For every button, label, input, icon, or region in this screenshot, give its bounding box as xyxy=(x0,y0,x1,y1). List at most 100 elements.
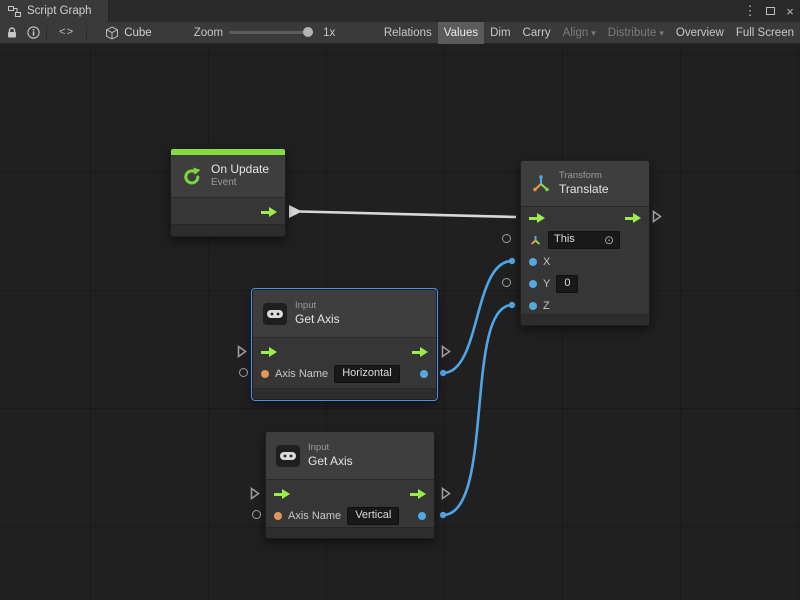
flow-out-port[interactable] xyxy=(625,213,641,224)
window-titlebar: Script Graph ⋮ × xyxy=(0,0,800,22)
align-dropdown[interactable]: Align▾ xyxy=(557,22,602,44)
node-category: Input xyxy=(295,300,340,312)
x-port[interactable] xyxy=(529,258,537,266)
flow-in-port[interactable] xyxy=(529,213,545,224)
wire-endpoint[interactable] xyxy=(509,258,515,264)
close-button[interactable]: × xyxy=(780,0,800,22)
axis-name-port[interactable] xyxy=(261,370,269,378)
y-value-field[interactable]: 0 xyxy=(556,275,578,293)
wire-endpoint[interactable] xyxy=(509,302,515,308)
flow-in-stub-triangle[interactable] xyxy=(250,487,260,500)
script-graph-window: Script Graph ⋮ × <> xyxy=(0,0,800,600)
graph-canvas[interactable]: On Update Event Tr xyxy=(0,44,800,600)
transform-mini-icon xyxy=(529,234,542,247)
node-title: Get Axis xyxy=(308,454,353,469)
on-update-icon xyxy=(181,165,203,187)
node-get-axis-horizontal[interactable]: Input Get Axis Axis Name Horizontal xyxy=(252,289,437,400)
node-header[interactable]: Transform Translate xyxy=(521,161,649,207)
node-footer xyxy=(266,527,434,538)
result-port[interactable] xyxy=(420,370,428,378)
axis-name-label: Axis Name xyxy=(275,368,328,380)
toolbar-buttons: Relations Values Dim Carry Align▾ Distri… xyxy=(378,22,800,44)
axis-name-label: Axis Name xyxy=(288,510,341,522)
this-object-field[interactable]: This ⊙ xyxy=(548,231,620,249)
y-port-label: Y xyxy=(543,278,550,290)
flow-out-stub-triangle[interactable] xyxy=(652,210,662,223)
overview-button[interactable]: Overview xyxy=(670,22,730,44)
node-subtitle: Event xyxy=(211,177,269,190)
flow-in-port[interactable] xyxy=(261,347,277,358)
control-wire[interactable] xyxy=(300,212,516,218)
axis-name-field[interactable]: Vertical xyxy=(347,507,399,525)
node-category: Transform xyxy=(559,170,609,182)
axis-name-port[interactable] xyxy=(274,512,282,520)
gamepad-icon xyxy=(276,445,300,467)
node-get-axis-vertical[interactable]: Input Get Axis Axis Name Vertical xyxy=(265,431,435,539)
fullscreen-button[interactable]: Full Screen xyxy=(730,22,800,44)
window-controls: ⋮ × xyxy=(740,0,800,22)
value-wire-vertical-to-z[interactable] xyxy=(443,305,512,515)
zoom-slider-knob[interactable] xyxy=(303,27,313,37)
node-header[interactable]: On Update Event xyxy=(171,155,285,198)
maximize-icon xyxy=(766,7,775,15)
script-graph-icon xyxy=(8,6,21,17)
chevron-down-icon: ▾ xyxy=(659,28,664,38)
graph-toolbar: <> Cube Zoom 1x Relations Values Dim Car… xyxy=(0,22,800,44)
wire-endpoint[interactable] xyxy=(440,370,446,376)
graph-breadcrumb[interactable]: Cube xyxy=(124,27,152,39)
value-wire-horizontal-to-x[interactable] xyxy=(443,261,512,373)
node-header[interactable]: Input Get Axis xyxy=(266,432,434,480)
wire-endpoint[interactable] xyxy=(440,512,446,518)
node-footer xyxy=(171,224,285,236)
node-title: Get Axis xyxy=(295,312,340,327)
toolbar-separator xyxy=(86,26,87,40)
zoom-label: Zoom xyxy=(194,27,223,39)
z-port[interactable] xyxy=(529,302,537,310)
flow-out-stub-triangle[interactable] xyxy=(441,487,451,500)
flow-out-port[interactable] xyxy=(412,347,428,358)
flow-in-port[interactable] xyxy=(274,489,290,500)
zoom-slider[interactable] xyxy=(229,31,313,34)
tab-script-graph[interactable]: Script Graph xyxy=(0,0,109,22)
node-on-update-event[interactable]: On Update Event xyxy=(170,148,286,237)
x-port-label: X xyxy=(543,256,550,268)
toolbar-separator xyxy=(46,26,47,40)
lock-icon xyxy=(6,26,18,39)
maximize-button[interactable] xyxy=(760,0,780,22)
code-view-button[interactable]: <> xyxy=(59,22,74,44)
chevron-down-icon: ▾ xyxy=(591,28,596,38)
this-field-value: This xyxy=(554,233,575,246)
align-label: Align xyxy=(563,27,589,39)
result-port[interactable] xyxy=(418,512,426,520)
node-footer xyxy=(521,314,649,325)
relations-button[interactable]: Relations xyxy=(378,22,438,44)
cube-icon xyxy=(105,22,119,44)
distribute-dropdown[interactable]: Distribute▾ xyxy=(602,22,670,44)
gamepad-icon xyxy=(263,303,287,325)
axis-name-stub[interactable] xyxy=(239,368,248,377)
flow-out-port[interactable] xyxy=(410,489,426,500)
axis-name-field[interactable]: Horizontal xyxy=(334,365,400,383)
dim-button[interactable]: Dim xyxy=(484,22,516,44)
node-footer xyxy=(253,388,436,399)
flow-out-stub-triangle[interactable] xyxy=(441,345,451,358)
node-header[interactable]: Input Get Axis xyxy=(253,290,436,338)
node-transform-translate[interactable]: Transform Translate This ⊙ xyxy=(520,160,650,326)
y-port-stub[interactable] xyxy=(502,278,511,287)
values-button[interactable]: Values xyxy=(438,22,484,44)
y-port[interactable] xyxy=(529,280,537,288)
node-category: Input xyxy=(308,442,353,454)
flow-in-stub-triangle[interactable] xyxy=(237,345,247,358)
distribute-label: Distribute xyxy=(608,27,657,39)
object-picker-icon[interactable]: ⊙ xyxy=(604,235,614,245)
this-port-stub[interactable] xyxy=(502,234,511,243)
info-button[interactable] xyxy=(27,22,40,44)
flow-out-port[interactable] xyxy=(261,207,277,218)
z-port-label: Z xyxy=(543,300,550,312)
node-title: Translate xyxy=(559,182,609,197)
lock-button[interactable] xyxy=(6,22,18,44)
carry-button[interactable]: Carry xyxy=(517,22,557,44)
tab-title: Script Graph xyxy=(27,5,92,17)
window-menu-button[interactable]: ⋮ xyxy=(740,0,760,22)
axis-name-stub[interactable] xyxy=(252,510,261,519)
